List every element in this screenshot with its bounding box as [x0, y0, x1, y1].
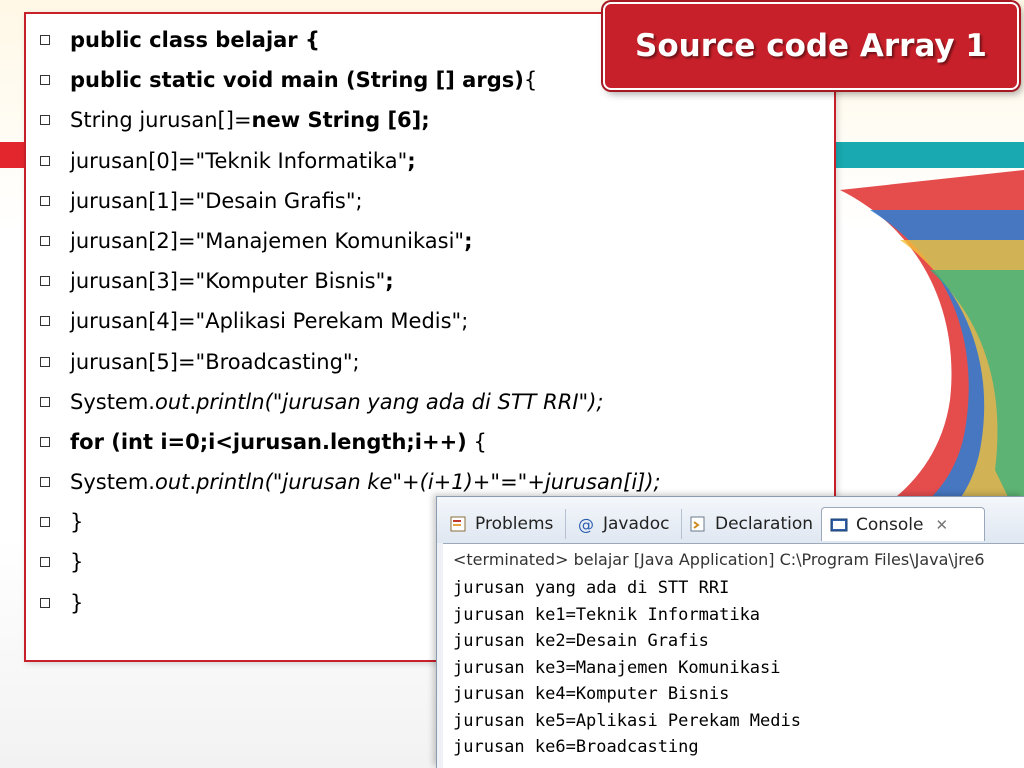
code-segment: jurusan[3]="Komputer Bisnis"	[70, 269, 386, 294]
tab-divider	[565, 509, 566, 539]
code-segment: {	[466, 429, 487, 454]
code-text: System.out.println("jurusan yang ada di …	[70, 382, 603, 422]
console-icon	[830, 516, 848, 534]
code-segment: for (int i=0;i<jurusan.length;i++)	[70, 429, 467, 454]
code-text: for (int i=0;i<jurusan.length;i++) {	[70, 422, 487, 462]
javadoc-icon: @	[577, 515, 595, 534]
console-left-gutter	[437, 543, 443, 768]
code-text: jurusan[0]="Teknik Informatika";	[70, 141, 416, 181]
square-bullet-icon	[40, 276, 50, 287]
code-line: System.out.println("jurusan yang ada di …	[38, 382, 828, 422]
title-banner: Source code Array 1	[603, 2, 1019, 90]
problems-icon	[449, 515, 467, 533]
code-segment: }	[70, 510, 84, 535]
tab-divider	[681, 509, 682, 539]
console-output: jurusan yang ada di STT RRI jurusan ke1=T…	[453, 575, 801, 761]
square-bullet-icon	[40, 396, 50, 407]
code-segment: ;	[464, 228, 473, 253]
code-segment: out	[154, 389, 190, 414]
code-segment: jurusan[2]="Manajemen Komunikasi"	[70, 228, 465, 253]
code-segment: System.	[70, 389, 155, 414]
code-segment: new String [6];	[251, 108, 430, 133]
code-segment: }	[70, 590, 84, 615]
declaration-icon	[689, 515, 707, 533]
code-text: jurusan[1]="Desain Grafis";	[70, 181, 363, 221]
code-segment: println("jurusan yang ada di STT RRI");	[196, 389, 604, 414]
square-bullet-icon	[40, 115, 50, 126]
slide-title: Source code Array 1	[635, 28, 987, 64]
console-status: <terminated> belajar [Java Application] …	[453, 550, 985, 569]
code-segment: println("jurusan ke"+(i+1)+"="+jurusan[i…	[196, 470, 661, 495]
right-teal-stripe	[830, 142, 1024, 168]
square-bullet-icon	[40, 155, 50, 166]
svg-text:@: @	[578, 515, 594, 533]
code-text: jurusan[2]="Manajemen Komunikasi";	[70, 221, 472, 261]
tab-console[interactable]: Console ✕	[821, 507, 985, 541]
console-output-line: jurusan ke1=Teknik Informatika	[453, 604, 761, 625]
tab-declaration-label: Declaration	[715, 514, 814, 534]
code-line: jurusan[4]="Aplikasi Perekam Medis";	[38, 301, 828, 341]
code-text: }	[70, 502, 83, 542]
code-segment: ;	[407, 148, 416, 173]
code-segment: out	[154, 470, 190, 495]
tab-problems-label: Problems	[475, 514, 554, 534]
code-segment: jurusan[0]="Teknik Informatika"	[70, 148, 408, 173]
square-bullet-icon	[40, 35, 50, 45]
console-output-line: jurusan ke4=Komputer Bisnis	[453, 684, 730, 704]
square-bullet-icon	[40, 195, 50, 206]
code-segment: public class belajar {	[70, 28, 320, 52]
code-segment: {	[523, 68, 538, 93]
code-line: jurusan[0]="Teknik Informatika";	[38, 141, 828, 181]
console-output-line: jurusan ke6=Broadcasting	[453, 737, 699, 757]
code-line: jurusan[3]="Komputer Bisnis";	[38, 261, 828, 301]
code-text: }	[70, 583, 83, 623]
code-line: jurusan[1]="Desain Grafis";	[38, 181, 828, 221]
tab-problems[interactable]: Problems	[449, 507, 553, 541]
console-output-line: jurusan ke3=Manajemen Komunikasi	[453, 657, 781, 678]
code-text: }	[70, 542, 83, 582]
code-text: public class belajar {	[70, 20, 320, 60]
square-bullet-icon	[40, 75, 50, 86]
code-text: jurusan[3]="Komputer Bisnis";	[70, 261, 394, 301]
code-segment: jurusan[5]="Broadcasting";	[70, 349, 360, 374]
eclipse-console-view: Problems @ Javadoc Declaration Console ✕…	[436, 496, 1024, 768]
tab-console-label: Console	[856, 514, 924, 535]
code-line: for (int i=0;i<jurusan.length;i++) {	[38, 422, 828, 462]
tab-javadoc[interactable]: @ Javadoc	[577, 507, 669, 541]
square-bullet-icon	[40, 557, 50, 568]
code-line: String jurusan[]=new String [6];	[38, 100, 828, 140]
square-bullet-icon	[40, 316, 50, 327]
square-bullet-icon	[40, 235, 50, 246]
code-segment: jurusan[1]="Desain Grafis";	[70, 188, 363, 213]
code-segment: jurusan[4]="Aplikasi Perekam Medis";	[70, 309, 469, 334]
code-segment: ;	[385, 269, 394, 294]
code-text: public static void main (String [] args)…	[70, 60, 537, 100]
close-icon[interactable]: ✕	[936, 516, 949, 534]
square-bullet-icon	[40, 597, 50, 608]
code-segment: public static void main (String [] args)	[70, 68, 524, 93]
code-segment: System.	[70, 470, 155, 495]
console-output-line: jurusan ke2=Desain Grafis	[453, 631, 709, 651]
code-line: jurusan[5]="Broadcasting";	[38, 342, 828, 382]
code-text: jurusan[4]="Aplikasi Perekam Medis";	[70, 301, 468, 341]
square-bullet-icon	[40, 356, 50, 367]
square-bullet-icon	[40, 517, 50, 528]
tab-javadoc-label: Javadoc	[603, 514, 670, 534]
code-segment: String jurusan[]=	[70, 108, 252, 133]
console-output-line: jurusan ke5=Aplikasi Perekam Medis	[453, 710, 801, 731]
tab-declaration[interactable]: Declaration	[689, 507, 813, 541]
code-line: jurusan[2]="Manajemen Komunikasi";	[38, 221, 828, 261]
square-bullet-icon	[40, 477, 50, 488]
code-text: jurusan[5]="Broadcasting";	[70, 342, 360, 382]
code-segment: }	[70, 550, 84, 575]
console-output-line: jurusan yang ada di STT RRI	[453, 578, 730, 598]
code-text: String jurusan[]=new String [6];	[70, 100, 430, 140]
square-bullet-icon	[40, 436, 50, 447]
view-tab-bar: Problems @ Javadoc Declaration Console ✕	[437, 497, 1024, 544]
